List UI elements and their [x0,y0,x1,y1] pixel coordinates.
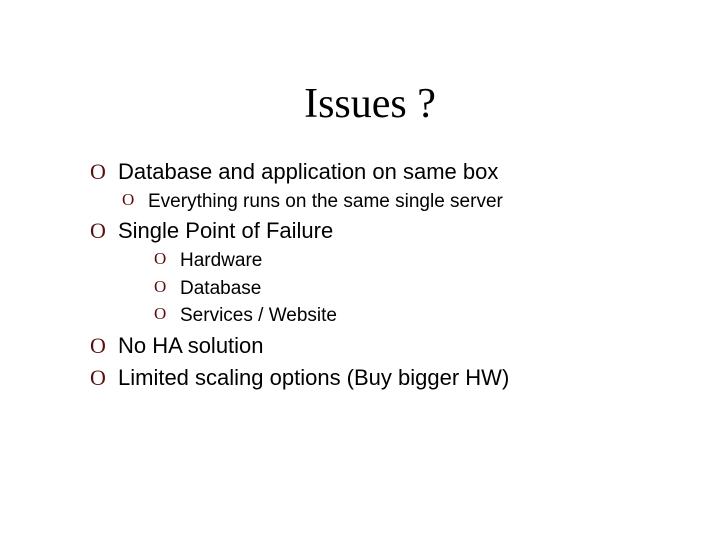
list-item-text: Database and application on same box [118,156,498,188]
bullet-marker-icon: O [154,247,180,275]
bullet-marker-icon: O [90,156,118,188]
list-item-text: Limited scaling options (Buy bigger HW) [118,362,509,394]
bullet-marker-icon: O [154,302,180,330]
slide: Issues ? O Database and application on s… [0,0,720,540]
list-item-text: Single Point of Failure [118,215,333,247]
slide-title: Issues ? [90,80,650,128]
list-item-text: Hardware [180,247,262,275]
list-item-text: Services / Website [180,302,337,330]
list-item: O Everything runs on the same single ser… [122,188,650,216]
bullet-marker-icon: O [90,362,118,394]
list-item: O Hardware [154,247,650,275]
bullet-marker-icon: O [90,215,118,247]
list-item-text: No HA solution [118,330,264,362]
list-item: O Database and application on same box [90,156,650,188]
list-item: O Limited scaling options (Buy bigger HW… [90,362,650,394]
bullet-list: O Database and application on same box O… [90,156,650,394]
bullet-marker-icon: O [122,188,148,216]
bullet-marker-icon: O [154,275,180,303]
list-item-text: Everything runs on the same single serve… [148,188,503,216]
list-item-text: Database [180,275,261,303]
bullet-marker-icon: O [90,330,118,362]
list-item: O Single Point of Failure [90,215,650,247]
list-item: O No HA solution [90,330,650,362]
list-item: O Database [154,275,650,303]
list-item: O Services / Website [154,302,650,330]
